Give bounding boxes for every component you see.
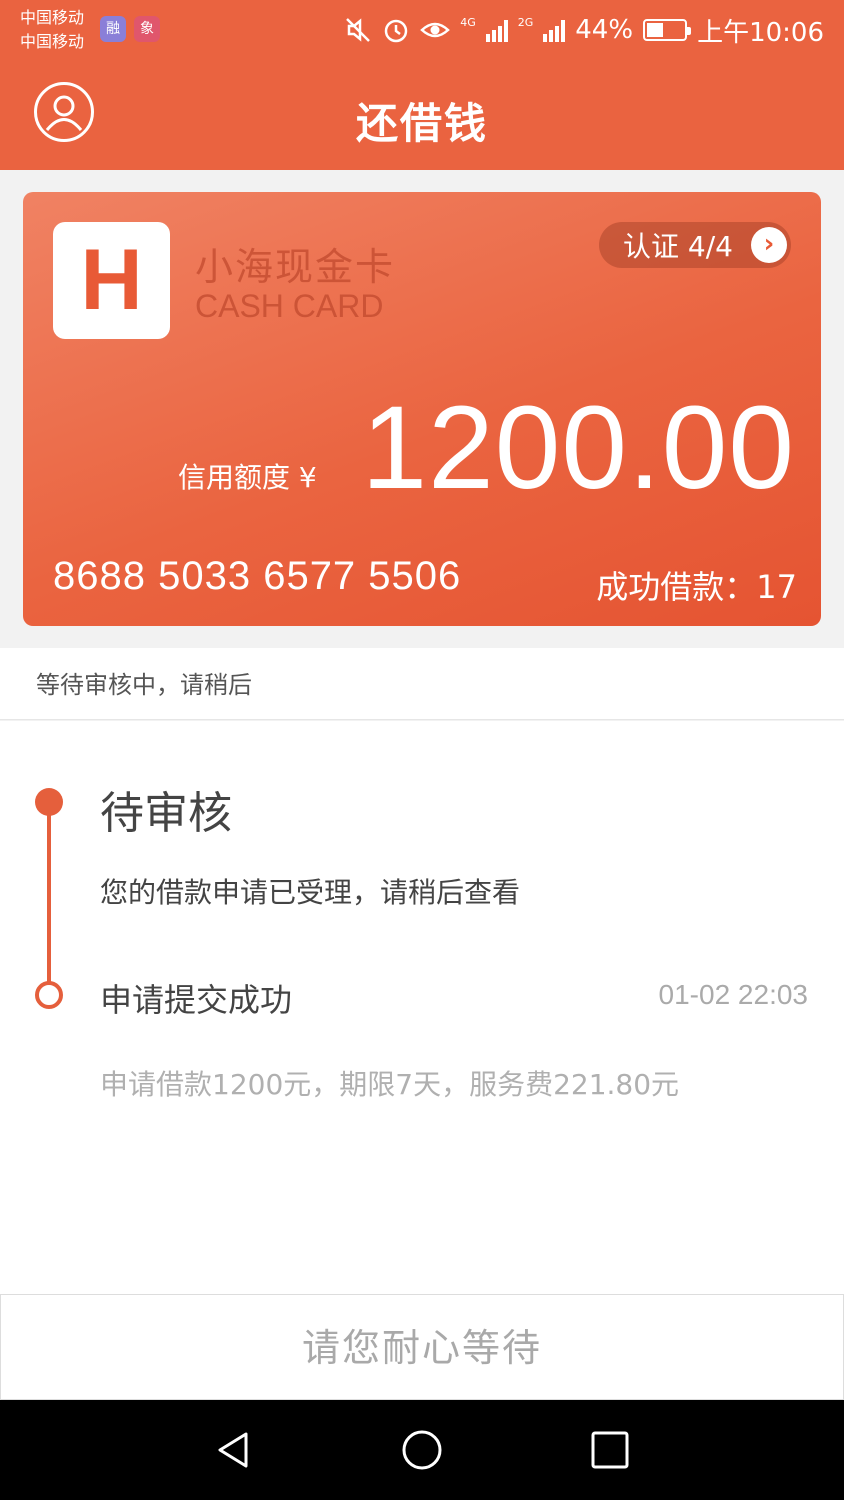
mute-icon bbox=[346, 18, 371, 42]
card-number: 8688 5033 6577 5506 bbox=[53, 554, 462, 598]
timeline-dot-past bbox=[35, 981, 63, 1009]
signal-icon bbox=[543, 18, 566, 42]
app-notification-icon: 融 bbox=[100, 16, 126, 42]
app-notification-icon: 象 bbox=[134, 16, 160, 42]
eye-icon bbox=[420, 22, 451, 38]
status-indicators: 4G 2G 44% 上午10:06 bbox=[344, 12, 824, 48]
timeline-step-title: 待审核 bbox=[100, 788, 232, 839]
certification-label: 认证 4/4 bbox=[623, 230, 733, 263]
chevron-right-icon: › bbox=[751, 227, 787, 263]
status-notice: 等待审核中，请稍后 bbox=[0, 648, 844, 720]
cash-card: H 小海现金卡 CASH CARD 认证 4/4 › 信用额度 ¥ 1200.0… bbox=[23, 192, 821, 626]
back-icon[interactable] bbox=[212, 1428, 256, 1472]
carrier-info: 中国移动 中国移动 bbox=[20, 6, 84, 54]
certification-button[interactable]: 认证 4/4 › bbox=[599, 222, 791, 268]
carrier-2: 中国移动 bbox=[20, 32, 85, 51]
success-loans-count: 成功借款：17 bbox=[596, 568, 797, 606]
home-icon[interactable] bbox=[400, 1428, 444, 1472]
battery-percent: 44% bbox=[575, 15, 634, 45]
timeline-step-description: 您的借款申请已受理，请稍后查看 bbox=[100, 876, 521, 909]
card-name: 小海现金卡 bbox=[195, 245, 396, 289]
loan-timeline: 待审核 您的借款申请已受理，请稍后查看 申请提交成功 01-02 22:03 申… bbox=[0, 721, 844, 1294]
carrier-1: 中国移动 bbox=[20, 8, 85, 27]
card-subname: CASH CARD bbox=[195, 288, 384, 324]
recents-icon[interactable] bbox=[588, 1428, 632, 1472]
network-type-label: 2G bbox=[517, 15, 534, 29]
credit-limit-amount: 1200.00 bbox=[361, 382, 795, 514]
page-title: 还借钱 bbox=[355, 99, 488, 148]
battery-icon bbox=[643, 19, 692, 41]
timeline-step-title: 申请提交成功 bbox=[100, 981, 293, 1019]
card-section: H 小海现金卡 CASH CARD 认证 4/4 › 信用额度 ¥ 1200.0… bbox=[0, 170, 844, 648]
signal-icon bbox=[485, 18, 508, 42]
credit-limit-label: 信用额度 ¥ bbox=[178, 461, 317, 494]
timeline-step-description: 申请借款1200元，期限7天，服务费221.80元 bbox=[100, 1068, 680, 1101]
app-header: 还借钱 bbox=[0, 60, 844, 170]
system-nav-bar bbox=[0, 1400, 844, 1500]
timeline-step-time: 01-02 22:03 bbox=[658, 979, 808, 1010]
card-logo: H bbox=[53, 222, 170, 339]
network-type-label: 4G bbox=[460, 15, 476, 29]
status-bar: 中国移动 中国移动 融 象 4G 2G 44% 上午10:06 bbox=[0, 0, 844, 60]
battery-level-fill bbox=[647, 23, 664, 37]
status-time: 上午10:06 bbox=[697, 17, 824, 48]
timeline-line bbox=[47, 803, 51, 995]
wait-button[interactable]: 请您耐心等待 bbox=[0, 1294, 844, 1400]
timeline-dot-current bbox=[35, 788, 63, 816]
alarm-icon bbox=[384, 19, 408, 43]
